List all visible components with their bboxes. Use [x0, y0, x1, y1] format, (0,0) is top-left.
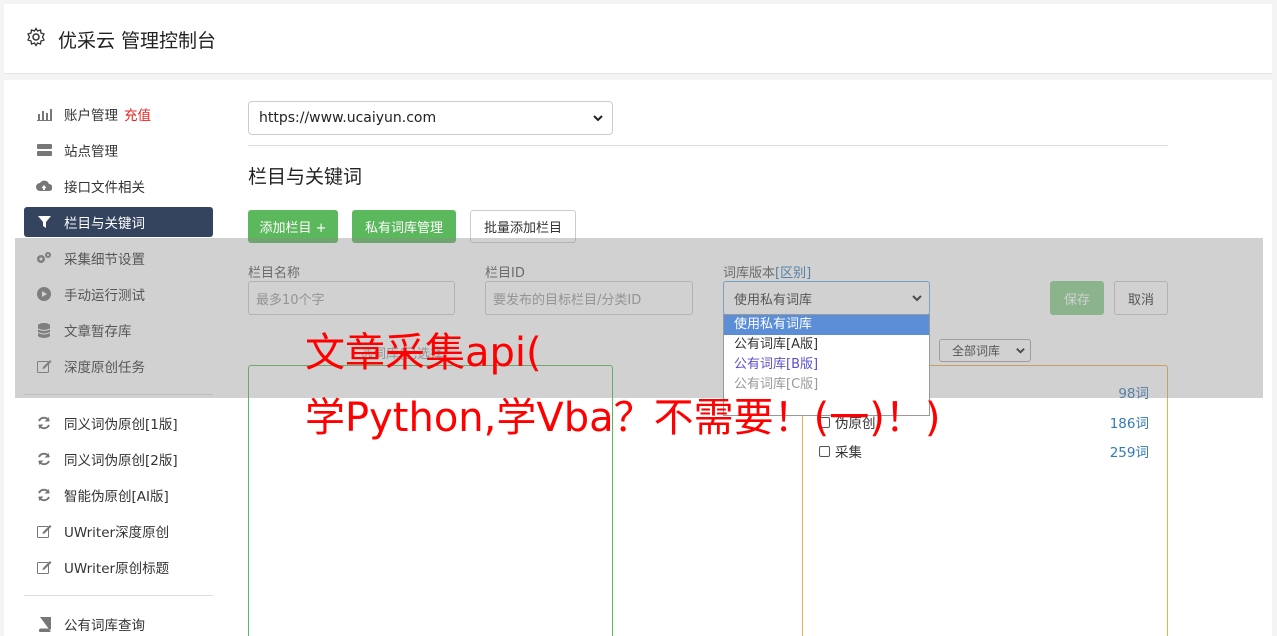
sidebar-item-uwriter-title[interactable]: UWriter原创标题: [24, 552, 213, 582]
sidebar-item-account[interactable]: 账户管理 充值: [24, 99, 213, 129]
sidebar-item-collect-settings[interactable]: 采集细节设置: [24, 243, 213, 273]
lexicon-version-label: 词库版本[区别]: [723, 262, 811, 281]
sidebar-item-label: 采集细节设置: [64, 252, 145, 268]
sidebar-item-synonym-v2[interactable]: 同义词伪原创[2版]: [24, 444, 213, 474]
column-name-placeholder: 最多10个字: [256, 292, 325, 308]
dropdown-option[interactable]: 使用私有词库: [724, 315, 929, 335]
recharge-link[interactable]: 充值: [124, 104, 151, 124]
edit-icon: [36, 559, 52, 575]
sidebar-divider: [24, 394, 213, 395]
divider: [248, 145, 1168, 146]
sidebar-item-label: 账户管理: [64, 108, 118, 124]
cancel-button[interactable]: 取消: [1114, 281, 1168, 315]
column-name-label: 栏目名称: [248, 266, 301, 281]
lexicon-version-select[interactable]: 使用私有词库: [723, 281, 930, 315]
sidebar-divider: [24, 595, 213, 596]
sidebar-item-label: 智能伪原创[AI版]: [64, 489, 169, 505]
keyword-count: 186词: [1109, 416, 1149, 432]
sidebar-item-label: 公有词库查询: [64, 618, 145, 634]
server-icon: [36, 142, 52, 158]
edit-icon: [36, 358, 52, 374]
keyword-count: 259词: [1109, 445, 1149, 461]
watermark-title-line2: 学Python,学Vba？不需要！(一)！): [305, 395, 941, 441]
play-circle-icon: [36, 286, 52, 302]
sidebar-item-label: 站点管理: [64, 144, 118, 160]
refresh-icon: [36, 487, 52, 503]
list-item[interactable]: 采集 259词: [819, 441, 1149, 461]
main-panel: 账户管理 充值 站点管理 接口文件相关 栏目与关键词 采集细节设置 手动运行测试: [4, 80, 1272, 636]
sidebar-item-label: 接口文件相关: [64, 180, 145, 196]
cloud-upload-icon: [36, 178, 52, 194]
sidebar-item-label: 同义词伪原创[2版]: [64, 453, 178, 469]
book-icon: [36, 616, 52, 632]
sidebar-item-deep-original[interactable]: 深度原创任务: [24, 351, 213, 381]
cogs-icon: [36, 250, 52, 266]
app-header: 优采云 管理控制台: [4, 4, 1272, 74]
refresh-icon: [36, 415, 52, 431]
filter-icon: [36, 214, 52, 230]
database-icon: [36, 322, 52, 338]
sidebar-item-api-files[interactable]: 接口文件相关: [24, 171, 213, 201]
list-item-label: 采集: [835, 445, 862, 461]
column-id-placeholder: 要发布的目标栏目/分类ID: [493, 292, 642, 308]
sidebar-item-ai-rewrite[interactable]: 智能伪原创[AI版]: [24, 480, 213, 510]
dropdown-option[interactable]: 公有词库[B版]: [724, 355, 929, 375]
sidebar-item-public-lexicon[interactable]: 公有词库查询: [24, 609, 213, 636]
site-select[interactable]: https://www.ucaiyun.com: [248, 101, 613, 135]
lexicon-version-label-text: 词库版本: [723, 266, 776, 281]
sidebar-item-label: 手动运行测试: [64, 288, 145, 304]
chevron-down-icon: [593, 115, 603, 122]
sidebar-item-label: UWriter深度原创: [64, 525, 170, 541]
lexicon-filter-value: 全部词库: [952, 344, 1001, 358]
sidebar-item-uwriter-deep[interactable]: UWriter深度原创: [24, 516, 213, 546]
page-title: 栏目与关键词: [248, 166, 363, 188]
sidebar-item-article-store[interactable]: 文章暂存库: [24, 315, 213, 345]
refresh-icon: [36, 451, 52, 467]
sidebar-item-synonym-v1[interactable]: 同义词伪原创[1版]: [24, 408, 213, 438]
keyword-count: 98词: [1118, 386, 1149, 402]
sidebar-item-sites[interactable]: 站点管理: [24, 135, 213, 165]
site-select-value: https://www.ucaiyun.com: [259, 110, 437, 126]
sidebar-item-manual-run[interactable]: 手动运行测试: [24, 279, 213, 309]
edit-icon: [36, 523, 52, 539]
lexicon-version-value: 使用私有词库: [734, 292, 813, 308]
save-button[interactable]: 保存: [1050, 281, 1104, 315]
private-lexicon-button[interactable]: 私有词库管理: [352, 210, 456, 243]
batch-add-column-button[interactable]: 批量添加栏目: [470, 210, 576, 243]
gear-icon: [27, 27, 45, 47]
lexicon-filter-select[interactable]: 全部词库: [939, 339, 1031, 362]
chevron-down-icon: [1016, 348, 1025, 354]
sidebar-item-label: 文章暂存库: [64, 324, 132, 340]
sidebar-item-label: 同义词伪原创[1版]: [64, 417, 178, 433]
sidebar-item-label: 深度原创任务: [64, 360, 145, 376]
sidebar-item-columns-keywords[interactable]: 栏目与关键词: [24, 207, 213, 237]
watermark-title-line1: 文章采集api(: [305, 330, 542, 376]
checkbox[interactable]: [819, 445, 830, 457]
bar-chart-icon: [36, 106, 52, 122]
column-id-label: 栏目ID: [485, 266, 525, 281]
column-id-input[interactable]: 要发布的目标栏目/分类ID: [485, 281, 693, 315]
add-column-button[interactable]: 添加栏目 +: [248, 210, 338, 243]
dropdown-option[interactable]: 公有词库[A版]: [724, 335, 929, 355]
column-name-input[interactable]: 最多10个字: [248, 281, 455, 315]
chevron-down-icon: [912, 295, 922, 302]
app-title: 优采云 管理控制台: [58, 30, 217, 52]
sidebar-item-label: UWriter原创标题: [64, 561, 170, 577]
difference-link[interactable]: [区别]: [775, 266, 811, 281]
sidebar-item-label: 栏目与关键词: [64, 216, 145, 232]
